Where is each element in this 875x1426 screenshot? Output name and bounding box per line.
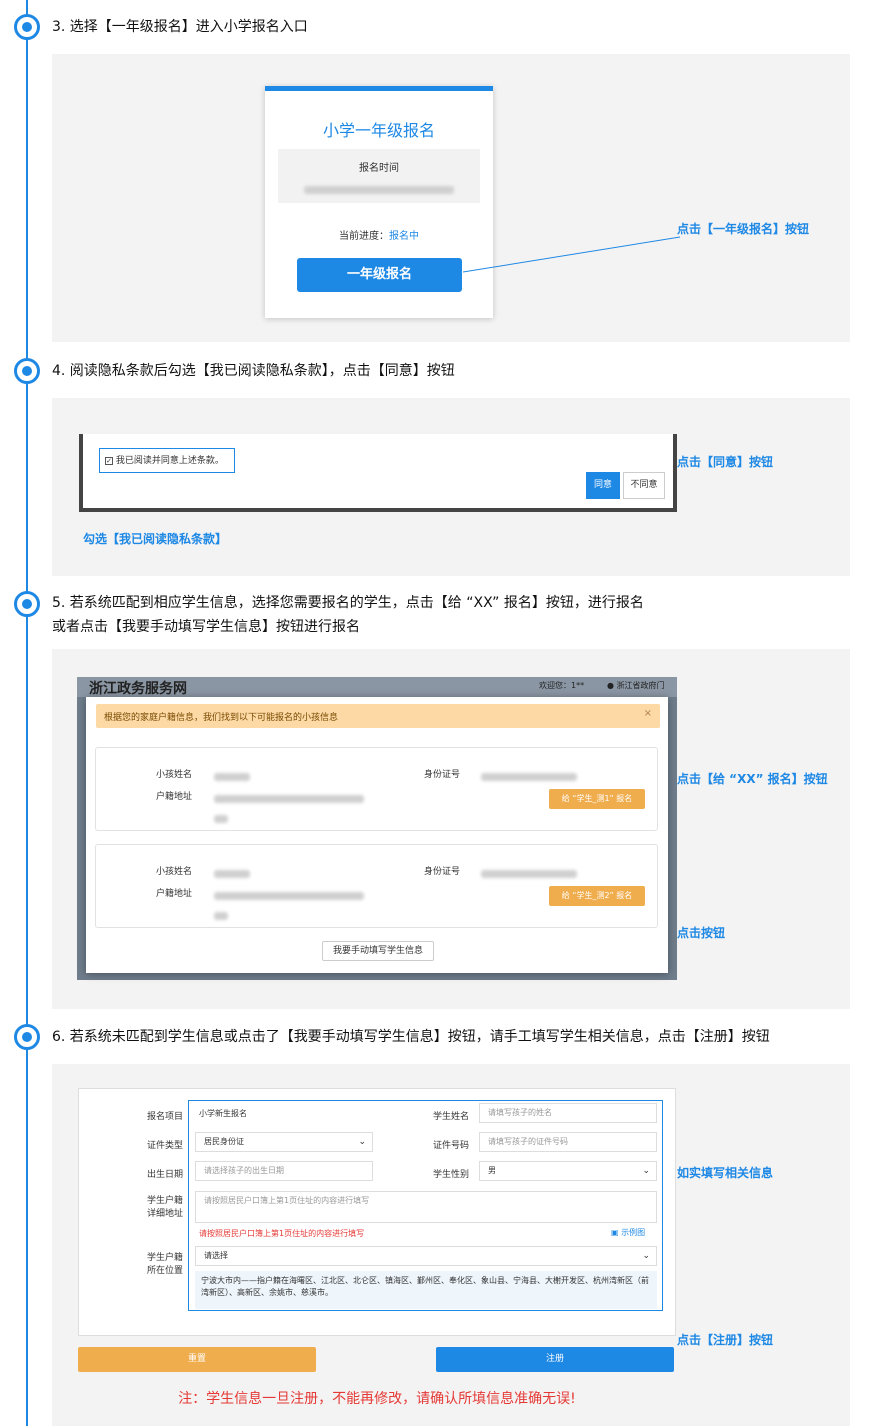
id-type-select[interactable]: 居民身份证 ⌄: [195, 1132, 373, 1152]
student-name-input[interactable]: 请填写孩子的姓名: [479, 1103, 657, 1123]
registration-form: 报名项目 小学新生报名 学生姓名 请填写孩子的姓名 证件类型 居民身份证 ⌄ 证件…: [78, 1088, 676, 1336]
step-dot-icon: [14, 591, 40, 617]
annotation-fill-info: 如实填写相关信息: [677, 1166, 774, 1180]
gender-select[interactable]: 男 ⌄: [479, 1161, 657, 1181]
address-label-line2: 详细地址: [147, 1209, 184, 1219]
child-name-blurred: [214, 863, 250, 882]
gender-label: 学生性别: [433, 1170, 470, 1180]
register-button[interactable]: 注册: [436, 1347, 674, 1372]
id-type-label: 证件类型: [147, 1141, 184, 1151]
step-5-screenshot: 浙江政务服务网 欢迎您：1** ● 浙江省政府门 根据您的家庭户籍信息，我们找到…: [52, 649, 850, 1009]
id-number-label: 身份证号: [424, 770, 461, 780]
chevron-down-icon: ⌄: [358, 1137, 366, 1147]
household-label: 户籍地址: [156, 792, 193, 802]
location-label-line2: 所在位置: [147, 1266, 184, 1276]
location-label: 学生户籍 所在位置: [147, 1252, 183, 1278]
birth-label: 出生日期: [147, 1170, 184, 1180]
annotation-register-button: 点击【注册】按钮: [677, 1333, 774, 1347]
annotation-enroll-button: 点击【一年级报名】按钮: [677, 222, 810, 236]
project-label: 报名项目: [147, 1112, 184, 1122]
image-icon: ▣: [611, 1228, 619, 1237]
welcome-text: 欢迎您：1**: [539, 681, 585, 690]
privacy-checkbox-row[interactable]: ✓ 我已阅读并同意上述条款。: [105, 453, 224, 466]
project-value: 小学新生报名: [199, 1109, 247, 1118]
annotation-manual-button: 点击按钮: [677, 926, 726, 940]
child-match-dialog: 根据您的家庭户籍信息，我们找到以下可能报名的小孩信息 × 小孩姓名 户籍地址 身…: [86, 697, 668, 973]
alert-bar: 根据您的家庭户籍信息，我们找到以下可能报名的小孩信息 ×: [96, 704, 660, 728]
step-dot-icon: [14, 1024, 40, 1050]
enroll-child-button[interactable]: 给 “学生_测1” 报名: [549, 789, 645, 809]
enroll-child-button[interactable]: 给 “学生_测2” 报名: [549, 886, 645, 906]
id-number-label: 证件号码: [433, 1141, 470, 1151]
annotation-enroll-child: 点击【给 “XX” 报名】按钮: [677, 772, 828, 786]
alert-text: 根据您的家庭户籍信息，我们找到以下可能报名的小孩信息: [104, 713, 339, 723]
address-label: 学生户籍 详细地址: [147, 1195, 183, 1221]
child-name-blurred: [214, 766, 250, 785]
checkbox-icon[interactable]: ✓: [105, 456, 113, 465]
location-select[interactable]: 请选择 ⌄: [195, 1246, 657, 1266]
chevron-down-icon: ⌄: [642, 1251, 650, 1261]
reset-button[interactable]: 重置: [78, 1347, 316, 1372]
step-dot-icon: [14, 358, 40, 384]
child-name-label: 小孩姓名: [156, 867, 193, 877]
warning-note: 注：学生信息一旦注册，不能再修改，请确认所填信息准确无误!: [178, 1391, 576, 1407]
address-hint: 请按照居民户口簿上第1页住址的内容进行填写: [199, 1229, 365, 1238]
step-5-text-line2: 或者点击【我要手动填写学生信息】按钮进行报名: [52, 619, 360, 635]
step-5-text-line1: 5. 若系统匹配到相应学生信息，选择您需要报名的学生，点击【给 “XX” 报名】…: [52, 595, 644, 611]
example-link[interactable]: ▣ 示例图: [611, 1227, 645, 1238]
birth-date-input[interactable]: 请选择孩子的出生日期: [195, 1161, 373, 1181]
checkbox-label: 我已阅读并同意上述条款。: [115, 456, 224, 466]
gov-link-label: 浙江省政府门: [616, 681, 665, 690]
chevron-down-icon: ⌄: [642, 1166, 650, 1176]
id-type-value: 居民身份证: [204, 1137, 244, 1146]
step-6-screenshot: 报名项目 小学新生报名 学生姓名 请填写孩子的姓名 证件类型 居民身份证 ⌄ 证件…: [52, 1064, 850, 1426]
alert-close-icon[interactable]: ×: [644, 708, 652, 719]
step-4-text: 4. 阅读隐私条款后勾选【我已阅读隐私条款】，点击【同意】按钮: [52, 363, 455, 379]
location-note: 宁波大市内——指户籍在海曙区、江北区、北仑区、镇海区、鄞州区、奉化区、象山县、宁…: [195, 1271, 657, 1309]
agree-button[interactable]: 同意: [586, 472, 620, 499]
id-number-label: 身份证号: [424, 867, 461, 877]
child-card: 小孩姓名 户籍地址 身份证号 给 “学生_测2” 报名: [95, 844, 658, 928]
privacy-dialog: ✓ 我已阅读并同意上述条款。 同意 不同意: [79, 434, 677, 512]
step-4-screenshot: ✓ 我已阅读并同意上述条款。 同意 不同意: [52, 398, 850, 576]
step-6-text: 6. 若系统未匹配到学生信息或点击了【我要手动填写学生信息】按钮，请手工填写学生…: [52, 1029, 770, 1045]
id-number-blurred: [481, 863, 577, 882]
annot-line-enroll: [462, 236, 681, 273]
disagree-button[interactable]: 不同意: [623, 472, 665, 499]
address-textarea[interactable]: 请按照居民户口簿上第1页住址的内容进行填写: [195, 1191, 657, 1223]
gov-link[interactable]: ● 浙江省政府门: [607, 680, 665, 691]
gender-value: 男: [488, 1166, 496, 1175]
annotation-agree-button: 点击【同意】按钮: [677, 455, 774, 469]
example-link-label: 示例图: [621, 1228, 646, 1237]
student-name-label: 学生姓名: [433, 1112, 470, 1122]
household-blurred: [214, 788, 364, 826]
child-card: 小孩姓名 户籍地址 身份证号 给 “学生_测1” 报名: [95, 747, 658, 831]
annotation-check-privacy: 勾选【我已阅读隐私条款】: [83, 532, 228, 546]
id-number-input[interactable]: 请填写孩子的证件号码: [479, 1132, 657, 1152]
household-blurred: [214, 885, 364, 923]
child-name-label: 小孩姓名: [156, 770, 193, 780]
site-title: 浙江政务服务网: [89, 681, 187, 697]
location-value: 请选择: [204, 1251, 228, 1260]
id-number-blurred: [481, 766, 577, 785]
location-label-line1: 学生户籍: [147, 1253, 184, 1263]
manual-fill-button[interactable]: 我要手动填写学生信息: [322, 941, 434, 961]
address-label-line1: 学生户籍: [147, 1196, 184, 1206]
site-header: 浙江政务服务网 欢迎您：1** ● 浙江省政府门: [77, 677, 677, 697]
household-label: 户籍地址: [156, 889, 193, 899]
